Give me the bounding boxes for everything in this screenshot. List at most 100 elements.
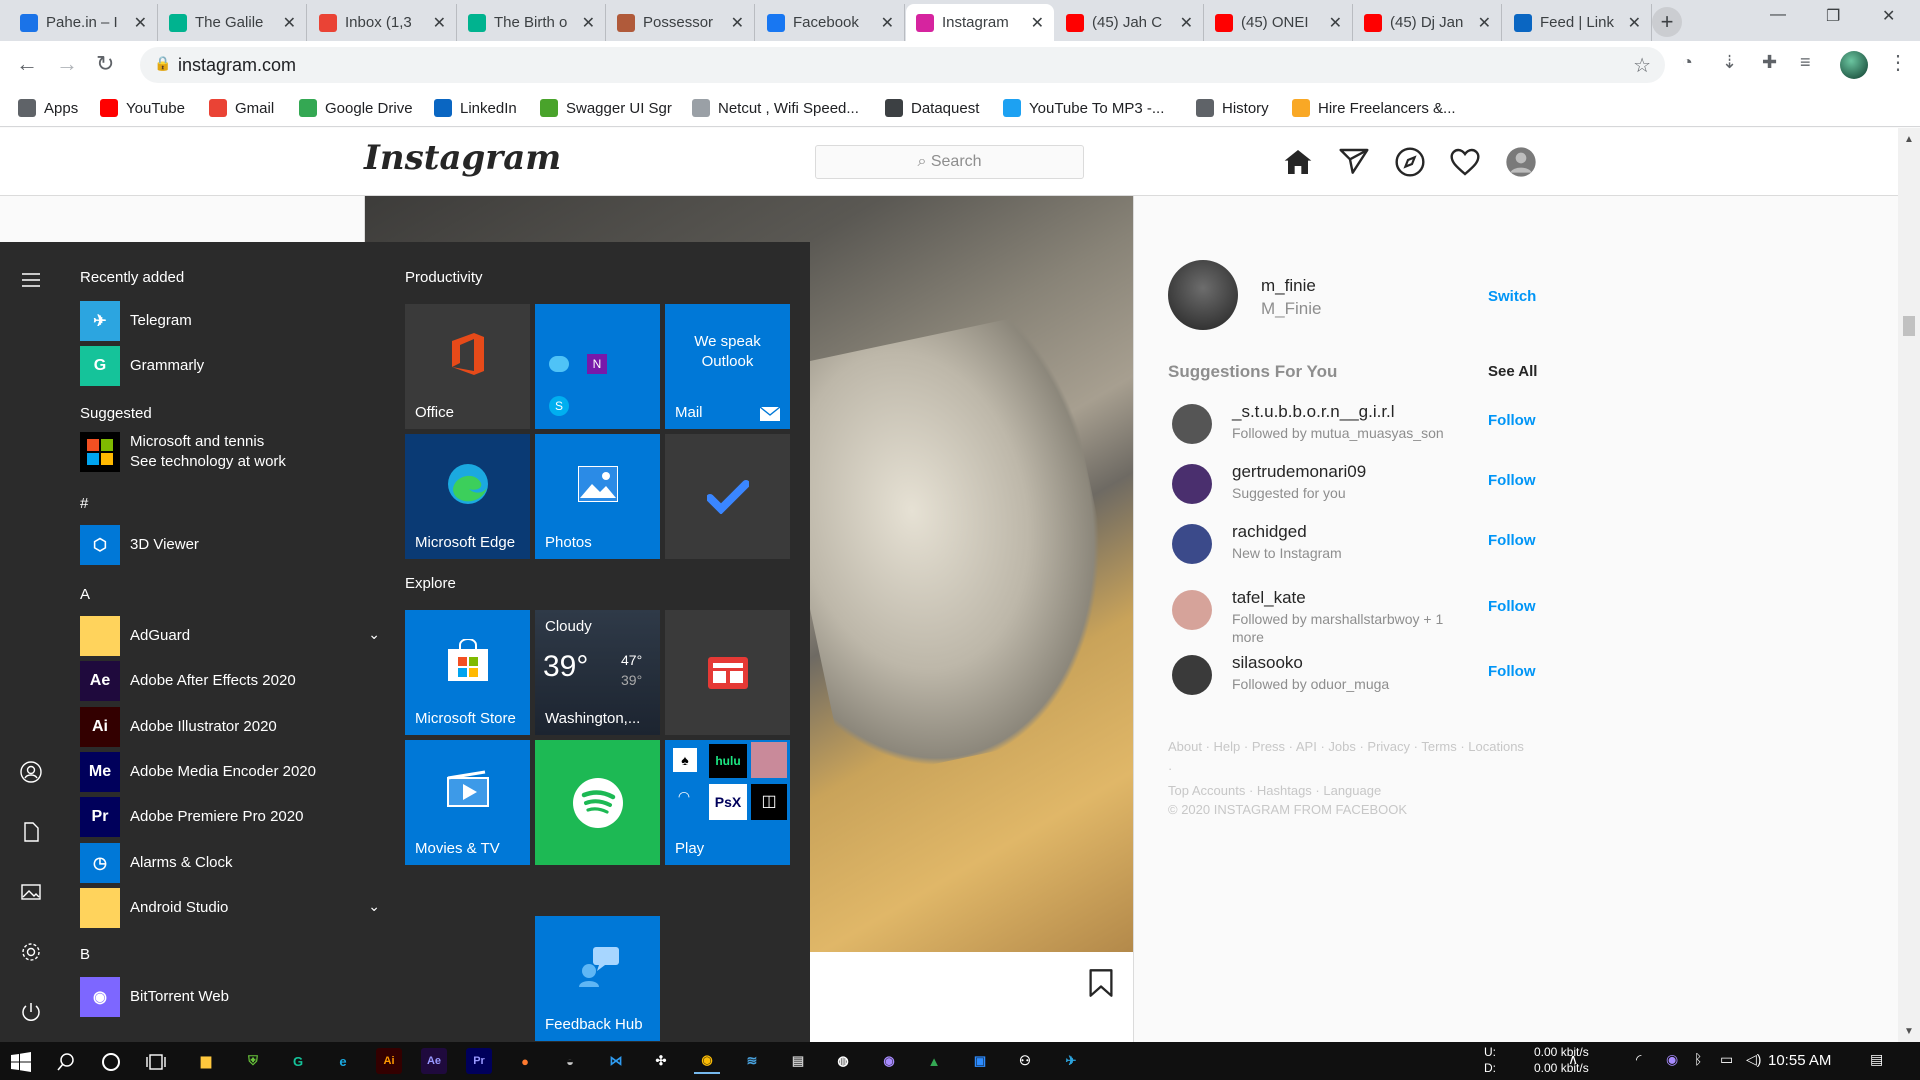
suggestion-avatar[interactable] (1172, 524, 1212, 564)
browser-tab[interactable]: (45) Dj Jan ✕ (1354, 4, 1502, 41)
mysql-taskbar-icon[interactable]: ≋ (739, 1048, 765, 1074)
my-avatar[interactable] (1168, 260, 1238, 330)
profile-avatar[interactable] (1840, 51, 1868, 79)
bookmark-label[interactable]: Google Drive (325, 100, 413, 117)
tab-title[interactable]: Pahe.in – I (46, 14, 128, 31)
bookmark-star-icon[interactable]: ☆ (1633, 53, 1651, 78)
microsoft-store-tile[interactable]: Microsoft Store (405, 610, 530, 735)
after-effects-taskbar-icon[interactable]: Ae (421, 1048, 447, 1074)
a-section-heading[interactable]: A (80, 586, 90, 603)
browser-tab[interactable]: Possessor ✕ (607, 4, 755, 41)
bittorrent-tray-icon[interactable]: ◉ (1666, 1051, 1678, 1080)
reload-icon[interactable]: ↻ (96, 51, 114, 77)
vscode-taskbar-icon[interactable]: ⋈ (603, 1048, 629, 1074)
bookmark-label[interactable]: Gmail (235, 100, 274, 117)
explore-compass-icon[interactable] (1394, 146, 1426, 178)
bookmark-item[interactable]: Netcut , Wifi Speed... (692, 95, 859, 121)
footer-line-1[interactable]: About · Help · Press · API · Jobs · Priv… (1168, 736, 1528, 780)
illustrator-taskbar-icon[interactable]: Ai (376, 1048, 402, 1074)
git-taskbar-icon[interactable]: ✣ (648, 1048, 674, 1074)
bookmark-label[interactable]: Apps (44, 100, 78, 117)
switch-account-button[interactable]: Switch (1488, 288, 1536, 305)
b-section-heading[interactable]: B (80, 946, 90, 963)
scrollbar-thumb[interactable] (1903, 316, 1915, 336)
direct-message-icon[interactable] (1338, 146, 1370, 178)
weather-tile[interactable]: Cloudy 39° 47° 39° Washington,... (535, 610, 660, 735)
follow-button[interactable]: Follow (1488, 598, 1536, 615)
menu-kebab-icon[interactable]: ⋮ (1888, 50, 1908, 75)
minimize-icon[interactable]: — (1770, 6, 1786, 24)
battery-icon[interactable]: ▭ (1720, 1051, 1733, 1080)
office-tile[interactable]: Office (405, 304, 530, 429)
close-tab-icon[interactable]: ✕ (1031, 13, 1044, 33)
activity-heart-icon[interactable] (1449, 146, 1481, 178)
tab-title[interactable]: (45) ONEI (1241, 14, 1323, 31)
bookmark-label[interactable]: Dataquest (911, 100, 979, 117)
bookmark-label[interactable]: YouTube (126, 100, 185, 117)
close-tab-icon[interactable]: ✕ (1478, 13, 1491, 33)
start-app-item[interactable]: Pr Adobe Premiere Pro 2020 (80, 797, 380, 837)
power-icon[interactable] (19, 1000, 43, 1024)
lock-icon[interactable]: 🔒 (154, 55, 171, 72)
cortana-icon[interactable] (101, 1052, 121, 1072)
bookmark-item[interactable]: Google Drive (299, 95, 413, 121)
postman-taskbar-icon[interactable]: ● (512, 1048, 538, 1074)
suggestion-username[interactable]: gertrudemonari09 (1232, 462, 1366, 482)
github-taskbar-icon[interactable]: ◍ (830, 1048, 856, 1074)
restore-icon[interactable]: ❐ (1826, 6, 1840, 26)
my-username[interactable]: m_finie (1261, 276, 1316, 296)
bittorrent-taskbar-icon[interactable]: ◉ (876, 1048, 902, 1074)
bookmark-label[interactable]: YouTube To MP3 -... (1029, 100, 1164, 117)
address-bar[interactable]: 🔒 instagram.com ☆ (140, 47, 1665, 83)
bookmark-item[interactable]: Hire Freelancers &... (1292, 95, 1456, 121)
tab-title[interactable]: Inbox (1,3 (345, 14, 427, 31)
start-app-item[interactable]: Android Studio ⌄ (80, 888, 380, 928)
documents-icon[interactable] (19, 820, 43, 844)
action-center-icon[interactable]: ▤ (1870, 1051, 1883, 1080)
start-app-item[interactable]: ◷ Alarms & Clock (80, 843, 380, 883)
news-tile[interactable] (665, 610, 790, 735)
tab-title[interactable]: Instagram (942, 14, 1025, 31)
suggestion-username[interactable]: rachidged (1232, 522, 1307, 542)
edge-taskbar-icon[interactable]: e (330, 1048, 356, 1074)
bookmark-label[interactable]: History (1222, 100, 1269, 117)
close-tab-icon[interactable]: ✕ (1329, 13, 1342, 33)
office-apps-folder-tile[interactable]: N S (535, 304, 660, 429)
start-app-item[interactable]: Ai Adobe Illustrator 2020 (80, 707, 380, 747)
bookmark-item[interactable]: YouTube (100, 95, 185, 121)
expand-chevron-icon[interactable]: ⌄ (368, 898, 380, 915)
bookmark-label[interactable]: LinkedIn (460, 100, 517, 117)
suggestion-username[interactable]: _s.t.u.b.b.o.r.n__g.i.r.l (1232, 402, 1395, 422)
page-scrollbar[interactable]: ▲ ▼ (1898, 128, 1920, 1042)
see-all-link[interactable]: See All (1488, 363, 1537, 380)
database-taskbar-icon[interactable]: ▤ (785, 1048, 811, 1074)
browser-tab[interactable]: The Galile ✕ (159, 4, 307, 41)
settings-gear-icon[interactable] (19, 940, 43, 964)
hamburger-menu-icon[interactable] (19, 268, 43, 292)
suggestion-username[interactable]: silasooko (1232, 653, 1303, 673)
bookmark-item[interactable]: Swagger UI Sgr (540, 95, 672, 121)
windows-start-icon[interactable] (11, 1052, 31, 1072)
start-app-item[interactable]: G Grammarly (80, 346, 380, 386)
close-tab-icon[interactable]: ✕ (1628, 13, 1641, 33)
suggestion-avatar[interactable] (1172, 655, 1212, 695)
chrome-taskbar-icon[interactable]: ◉ (694, 1048, 720, 1074)
home-icon[interactable] (1282, 146, 1314, 178)
footer-links[interactable]: About · Help · Press · API · Jobs · Priv… (1168, 736, 1528, 802)
photos-tile[interactable]: Photos (535, 434, 660, 559)
tray-chevron-icon[interactable]: ∧ (1568, 1051, 1578, 1080)
start-app-item[interactable]: Me Adobe Media Encoder 2020 (80, 752, 380, 792)
profile-avatar-icon[interactable] (1505, 146, 1537, 178)
save-bookmark-icon[interactable] (1087, 968, 1115, 998)
file-explorer-icon[interactable]: ▆ (193, 1048, 219, 1074)
search-input[interactable]: ⌕ Search (815, 145, 1084, 179)
spotify-tile[interactable] (535, 740, 660, 865)
hash-section-heading[interactable]: # (80, 495, 88, 512)
forward-icon[interactable]: → (56, 51, 78, 77)
media-player-taskbar-icon[interactable]: ◒ (557, 1048, 583, 1074)
bookmark-item[interactable]: YouTube To MP3 -... (1003, 95, 1164, 121)
bookmark-item[interactable]: Apps (18, 95, 78, 121)
follow-button[interactable]: Follow (1488, 472, 1536, 489)
premiere-taskbar-icon[interactable]: Pr (466, 1048, 492, 1074)
start-app-item[interactable]: ⬡ 3D Viewer (80, 525, 380, 565)
